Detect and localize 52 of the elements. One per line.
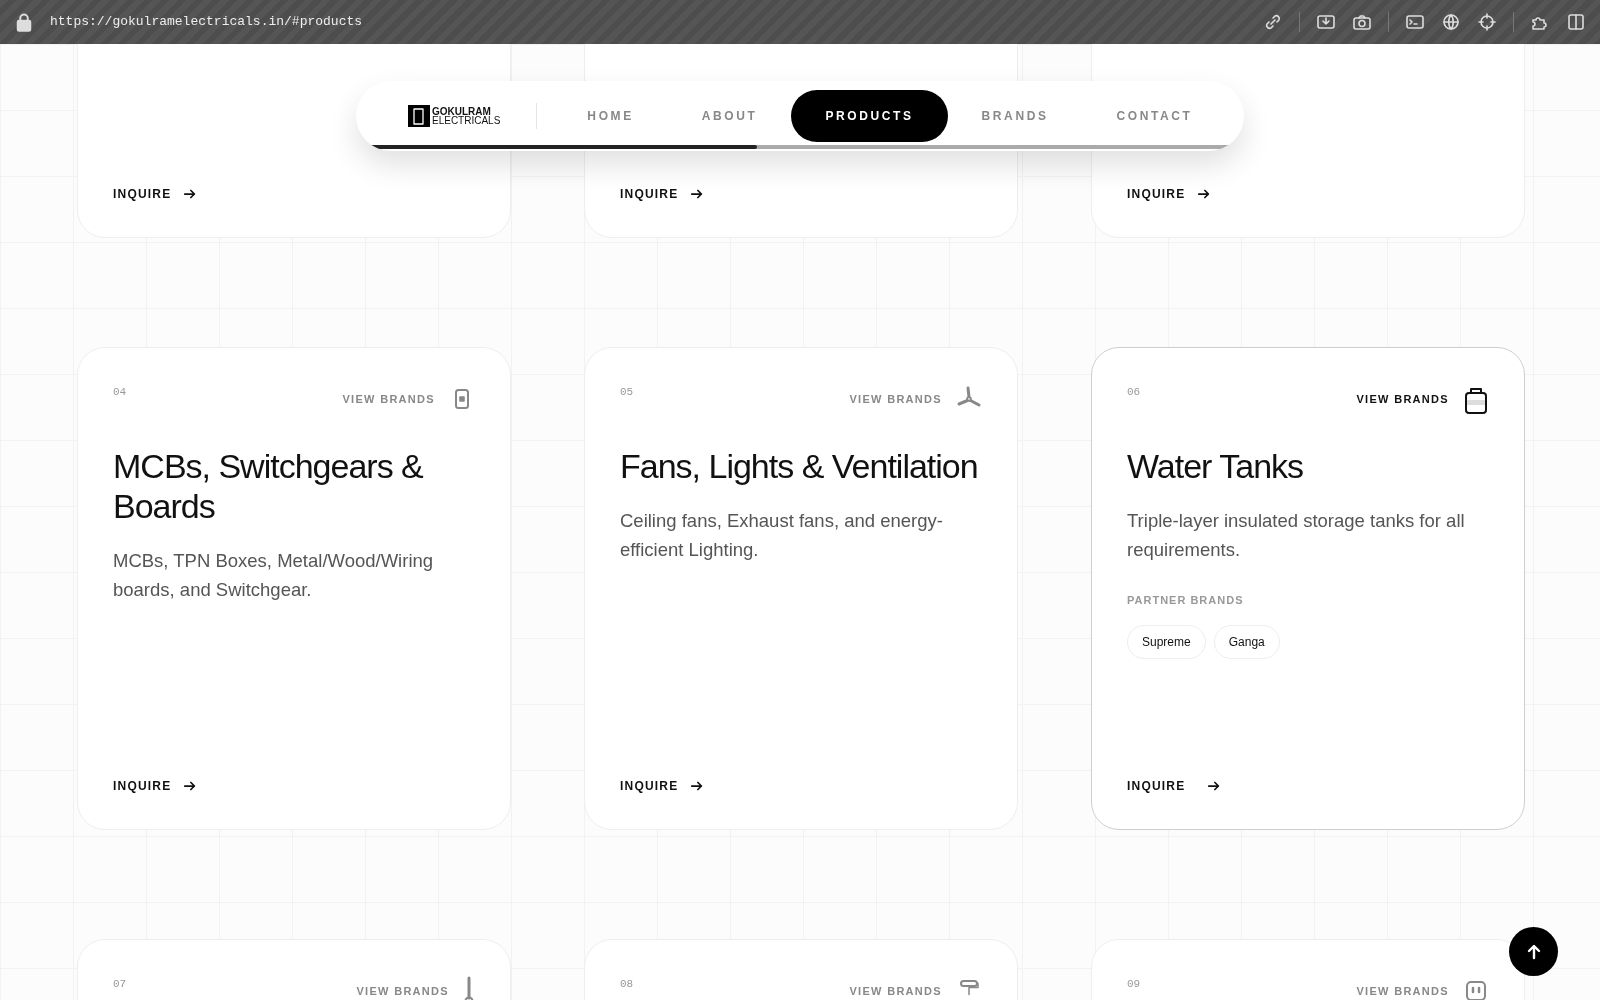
globe-icon[interactable]: [1441, 12, 1461, 32]
card-number: 04: [113, 385, 127, 400]
view-brands-button[interactable]: VIEW BRANDS: [1356, 976, 1489, 1000]
lock-icon: [14, 12, 34, 32]
logo-text: GOKULRAM ELECTRICALS: [432, 107, 501, 125]
brand-tag: Ganga: [1213, 624, 1280, 659]
nav-tab[interactable]: PRODUCTS: [791, 90, 948, 142]
view-brands-button[interactable]: VIEW BRANDS: [1356, 384, 1489, 414]
card-number: 07: [113, 977, 127, 992]
nav-tab[interactable]: ABOUT: [667, 90, 792, 142]
inquire-link[interactable]: INQUIRE: [620, 185, 705, 203]
address-bar-url[interactable]: https://gokulramelectricals.in/#products: [50, 12, 1247, 32]
nav-tab[interactable]: HOME: [553, 90, 668, 142]
arrow-right-icon: [1197, 187, 1212, 201]
nav-tab[interactable]: BRANDS: [947, 90, 1083, 142]
card-number: 06: [1127, 385, 1141, 400]
view-brands-button[interactable]: VIEW BRANDS: [849, 384, 982, 414]
view-brands-button[interactable]: VIEW BRANDS: [342, 384, 475, 414]
inquire-link[interactable]: INQUIRE: [620, 777, 705, 795]
card-description: Triple-layer insulated storage tanks for all requirements.: [1127, 509, 1466, 562]
card-number: 05: [620, 385, 634, 400]
partner-brands-label: PARTNER BRANDS: [1127, 593, 1245, 608]
view-brands-button[interactable]: VIEW BRANDS: [356, 976, 475, 1000]
brand-tag: Supreme: [1127, 624, 1206, 659]
card-title: MCBs, Switchgears & Boards: [113, 446, 424, 526]
inquire-link[interactable]: INQUIRE: [113, 777, 198, 795]
crosshair-icon[interactable]: [1477, 12, 1497, 32]
nav-tab[interactable]: CONTACT: [1082, 90, 1227, 142]
card-number: 09: [1127, 977, 1141, 992]
arrow-right-icon: [183, 779, 198, 793]
link-icon[interactable]: [1263, 12, 1283, 32]
scroll-to-top-button[interactable]: [1509, 927, 1558, 976]
sidebar-icon[interactable]: [1566, 12, 1586, 32]
card-description: MCBs, TPN Boxes, Metal/Wood/Wiring boards, and Switchgear.: [113, 549, 435, 602]
card-title: Water Tanks: [1127, 446, 1305, 486]
thermometer-icon: [463, 976, 475, 1000]
arrow-right-icon: [690, 779, 705, 793]
inquire-link[interactable]: INQUIRE: [1127, 777, 1222, 795]
terminal-icon[interactable]: [1405, 12, 1425, 32]
card-number: 08: [620, 977, 634, 992]
camera-icon[interactable]: [1352, 12, 1372, 32]
arrow-right-icon: [1207, 779, 1222, 793]
inquire-link[interactable]: INQUIRE: [1127, 185, 1212, 203]
logo-icon: [408, 105, 430, 127]
arrow-up-icon: [1525, 943, 1542, 960]
arrow-right-icon: [183, 187, 198, 201]
card-title: Fans, Lights & Ventilation: [620, 446, 979, 486]
view-brands-button[interactable]: VIEW BRANDS: [849, 976, 982, 1000]
card-description: Ceiling fans, Exhaust fans, and energy-efficient Lighting.: [620, 509, 944, 562]
download-icon[interactable]: [1316, 12, 1336, 32]
arrow-right-icon: [690, 187, 705, 201]
inquire-link[interactable]: INQUIRE: [113, 185, 198, 203]
